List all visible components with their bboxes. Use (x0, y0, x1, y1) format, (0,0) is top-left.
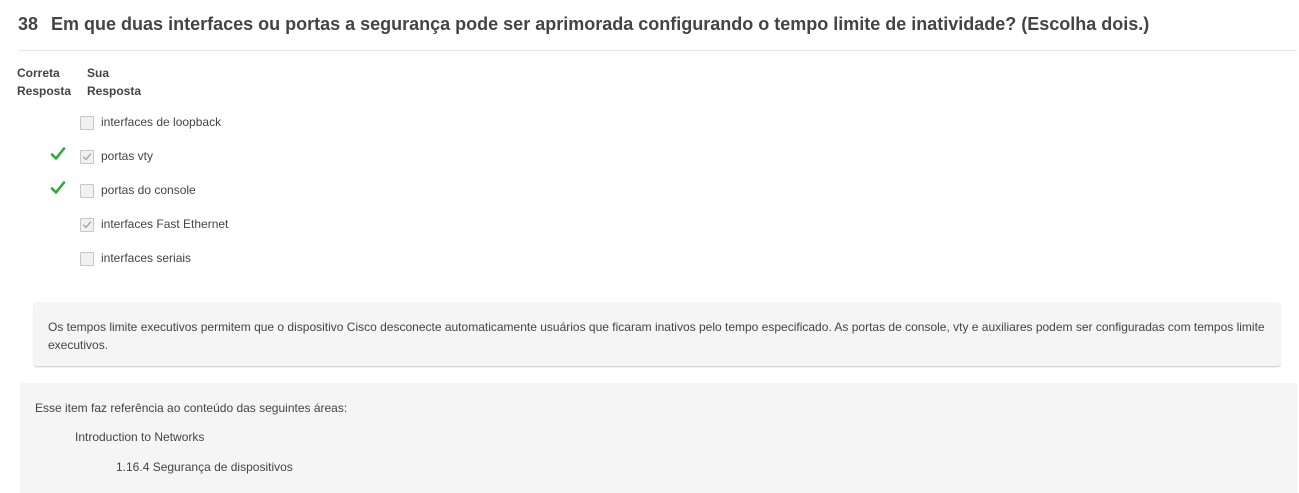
answer-option-label: interfaces Fast Ethernet (101, 217, 229, 231)
correct-check-icon (50, 146, 66, 164)
correct-header-line1: Correta (17, 66, 60, 80)
correct-answer-column-header: Correta Resposta (17, 64, 71, 100)
answer-checkbox[interactable] (80, 252, 94, 266)
answer-option: interfaces seriais (0, 248, 600, 270)
checkbox-tick-icon (82, 153, 92, 161)
answer-option-label: portas do console (101, 183, 196, 197)
answer-option: portas do console (0, 180, 600, 202)
feedback-text: Os tempos limite executivos permitem que… (48, 320, 1265, 352)
answer-option-label: interfaces seriais (101, 251, 192, 265)
quiz-result-page: 38 Em que duas interfaces ou portas a se… (0, 0, 1299, 493)
answer-option: interfaces de loopback (0, 112, 600, 134)
reference-section: 1.16.4 Segurança de dispositivos (116, 460, 293, 474)
checkbox-tick-icon (82, 221, 92, 229)
answer-option-label: interfaces de loopback (101, 115, 222, 129)
reference-panel: Esse item faz referência ao conteúdo das… (20, 383, 1297, 493)
reference-course: Introduction to Networks (75, 430, 205, 444)
question-number: 38 (18, 14, 39, 34)
answer-option-label: portas vty (101, 149, 154, 163)
answer-option: portas vty (0, 146, 600, 168)
feedback-panel: Os tempos limite executivos permitem que… (33, 302, 1281, 367)
yours-header-line2: Resposta (87, 84, 142, 98)
answer-checkbox[interactable] (80, 218, 94, 232)
yours-header-line1: Sua (87, 66, 110, 80)
reference-intro: Esse item faz referência ao conteúdo das… (35, 401, 348, 415)
answer-checkbox[interactable] (80, 184, 94, 198)
answer-option: interfaces Fast Ethernet (0, 214, 600, 236)
answer-checkbox[interactable] (80, 116, 94, 130)
answer-checkbox[interactable] (80, 150, 94, 164)
your-answer-column-header: Sua Resposta (87, 64, 141, 100)
question-title: 38 Em que duas interfaces ou portas a se… (18, 14, 1298, 35)
correct-check-icon (50, 180, 66, 198)
header-divider (18, 50, 1297, 51)
correct-header-line2: Resposta (17, 84, 72, 98)
question-text: Em que duas interfaces ou portas a segur… (51, 14, 1150, 34)
